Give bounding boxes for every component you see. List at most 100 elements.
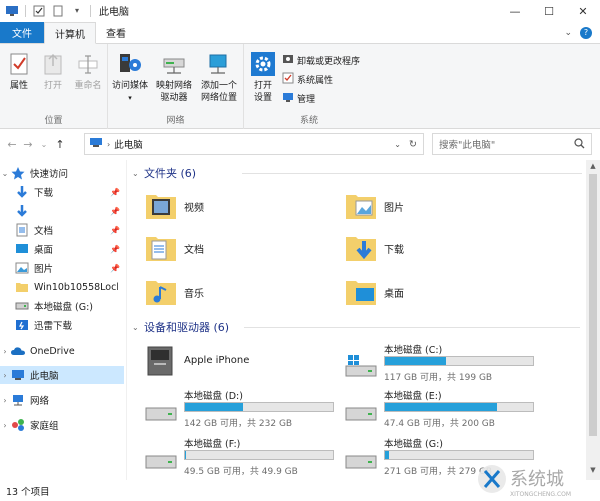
add-network-location-button[interactable]: 添加一个 网络位置	[198, 50, 240, 104]
devices-section-header[interactable]: ⌄ 设备和驱动器 (6)	[132, 318, 582, 336]
nav-homegroup[interactable]: › 家庭组	[0, 416, 124, 434]
expand-chevron-icon[interactable]: ›	[0, 396, 10, 405]
nav-downloads[interactable]: 下载 📌	[0, 183, 124, 201]
nav-network[interactable]: › 网络	[0, 391, 124, 409]
pin-icon[interactable]: 📌	[110, 264, 120, 273]
vertical-scrollbar[interactable]: ▲ ▼	[586, 160, 600, 480]
properties-check-icon[interactable]	[31, 3, 47, 19]
folder-pictures[interactable]: 图片	[344, 186, 404, 226]
nav-label: 文档	[34, 226, 54, 237]
expand-chevron-icon[interactable]: ›	[0, 347, 10, 356]
search-icon[interactable]	[574, 138, 585, 152]
rename-label: 重命名	[74, 81, 102, 91]
add-location-label-2: 网络位置	[200, 93, 237, 103]
tab-file[interactable]: 文件	[0, 22, 44, 43]
folder-label: 音乐	[184, 288, 204, 300]
help-icon[interactable]: ?	[580, 26, 592, 39]
open-settings-label-1: 打开	[253, 81, 272, 91]
collapse-chevron-icon[interactable]: ⌄	[132, 169, 144, 178]
properties-button[interactable]: 属性	[6, 50, 32, 92]
folder-documents[interactable]: 文档	[144, 228, 204, 268]
gear-icon	[250, 50, 276, 78]
drive-usage-bar	[184, 450, 334, 460]
drive-c[interactable]: 本地磁盘 (C:) 117 GB 可用，共 199 GB	[344, 342, 554, 384]
recent-dropdown-icon[interactable]: ⌄	[36, 140, 52, 149]
properties-label: 属性	[9, 81, 28, 91]
tab-view[interactable]: 查看	[96, 22, 136, 43]
expand-chevron-icon[interactable]: ›	[0, 371, 10, 380]
close-icon[interactable]: ✕	[566, 0, 600, 22]
tab-computer[interactable]: 计算机	[44, 22, 96, 44]
back-icon[interactable]: ←	[4, 138, 20, 151]
drive-e[interactable]: 本地磁盘 (E:) 47.4 GB 可用，共 200 GB	[344, 388, 554, 430]
collapse-chevron-icon[interactable]: ⌄	[0, 169, 10, 178]
breadcrumb-separator-icon[interactable]: ›	[107, 140, 110, 149]
folder-label: 视频	[184, 202, 204, 214]
folder-desktop[interactable]: 桌面	[344, 272, 404, 312]
scrollbar-thumb[interactable]	[589, 174, 597, 436]
music-folder-icon	[144, 275, 178, 309]
nav-thunder[interactable]: 迅雷下载	[0, 316, 124, 334]
document-icon	[14, 222, 30, 238]
drive-usage-fill	[185, 403, 243, 411]
collapse-chevron-icon[interactable]: ⌄	[132, 323, 144, 332]
folder-videos[interactable]: 视频	[144, 186, 204, 226]
nav-desktop[interactable]: 桌面 📌	[0, 240, 124, 258]
pin-icon[interactable]: 📌	[110, 226, 120, 235]
address-bar[interactable]: › 此电脑 ⌄ ↻	[84, 133, 424, 155]
drive-usage-fill	[385, 403, 498, 411]
drive-usage-fill	[385, 357, 446, 365]
access-media-button[interactable]: 访问媒体 ▾	[112, 50, 148, 104]
nav-label: Win10b10558Lock	[34, 281, 118, 293]
system-properties-button[interactable]: 系统属性	[282, 72, 333, 87]
up-icon[interactable]: ↑	[52, 138, 68, 151]
pin-icon[interactable]: 📌	[110, 245, 120, 254]
expand-chevron-icon[interactable]: ›	[0, 421, 10, 430]
maximize-icon[interactable]: ☐	[532, 0, 566, 22]
nav-win-folder[interactable]: Win10b10558Lock	[0, 278, 124, 296]
nav-quick-access[interactable]: ⌄ 快速访问	[0, 164, 124, 182]
drive-usage-bar	[184, 402, 334, 412]
ribbon-group-network: 访问媒体 ▾ 映射网络 驱动器 添加一个 网络位置 网络	[108, 44, 244, 129]
drive-usage-fill	[185, 451, 187, 459]
computer-icon[interactable]	[4, 3, 20, 19]
drive-icon	[344, 448, 378, 474]
folder-label: 下载	[384, 244, 404, 256]
forward-icon[interactable]: →	[20, 138, 36, 151]
search-input[interactable]: 搜索"此电脑"	[432, 133, 592, 155]
drive-f[interactable]: 本地磁盘 (F:) 49.5 GB 可用，共 49.9 GB	[144, 436, 354, 478]
pin-icon[interactable]: 📌	[110, 188, 120, 197]
minimize-icon[interactable]: —	[498, 0, 532, 22]
rename-button[interactable]: 重命名	[72, 50, 104, 92]
access-media-label: 访问媒体	[112, 81, 149, 91]
open-button[interactable]: 打开	[40, 50, 66, 92]
address-row: ← → ⌄ ↑ › 此电脑 ⌄ ↻ 搜索"此电脑"	[0, 130, 600, 158]
device-iphone[interactable]: Apple iPhone	[144, 340, 249, 380]
folders-section-header[interactable]: ⌄ 文件夹 (6)	[132, 164, 582, 182]
open-settings-button[interactable]: 打开 设置	[250, 50, 276, 104]
nav-label: 快速访问	[30, 169, 69, 180]
pin-icon[interactable]: 📌	[110, 207, 120, 216]
breadcrumb-this-pc[interactable]: 此电脑	[114, 137, 143, 151]
nav-pictures[interactable]: 图片 📌	[0, 259, 124, 277]
folder-downloads[interactable]: 下载	[344, 228, 404, 268]
chevron-down-icon[interactable]: ⌄	[564, 28, 572, 38]
nav-downloads-2[interactable]: 📌	[0, 202, 124, 220]
map-network-drive-button[interactable]: 映射网络 驱动器	[154, 50, 194, 104]
refresh-icon[interactable]: ↻	[409, 139, 417, 150]
folder-music[interactable]: 音乐	[144, 272, 204, 312]
manage-button[interactable]: 管理	[282, 91, 315, 106]
nav-local-disk-g[interactable]: 本地磁盘 (G:)	[0, 297, 124, 315]
nav-documents[interactable]: 文档 📌	[0, 221, 124, 239]
uninstall-program-button[interactable]: 卸载或更改程序	[282, 53, 360, 68]
address-dropdown-icon[interactable]: ⌄	[394, 140, 401, 149]
nav-label: 迅雷下载	[34, 321, 73, 332]
customize-dropdown-icon[interactable]: ▾	[69, 3, 85, 19]
new-folder-icon[interactable]	[50, 3, 66, 19]
navigation-pane: ⌄ 快速访问 下载 📌 📌 文档 📌 桌面 📌 图片 📌 Win10b10558…	[0, 160, 127, 480]
nav-this-pc[interactable]: › 此电脑	[0, 366, 124, 384]
drive-icon	[144, 400, 178, 426]
drive-d[interactable]: 本地磁盘 (D:) 142 GB 可用，共 232 GB	[144, 388, 354, 430]
scroll-up-icon[interactable]: ▲	[586, 162, 600, 174]
nav-onedrive[interactable]: › OneDrive	[0, 342, 124, 360]
